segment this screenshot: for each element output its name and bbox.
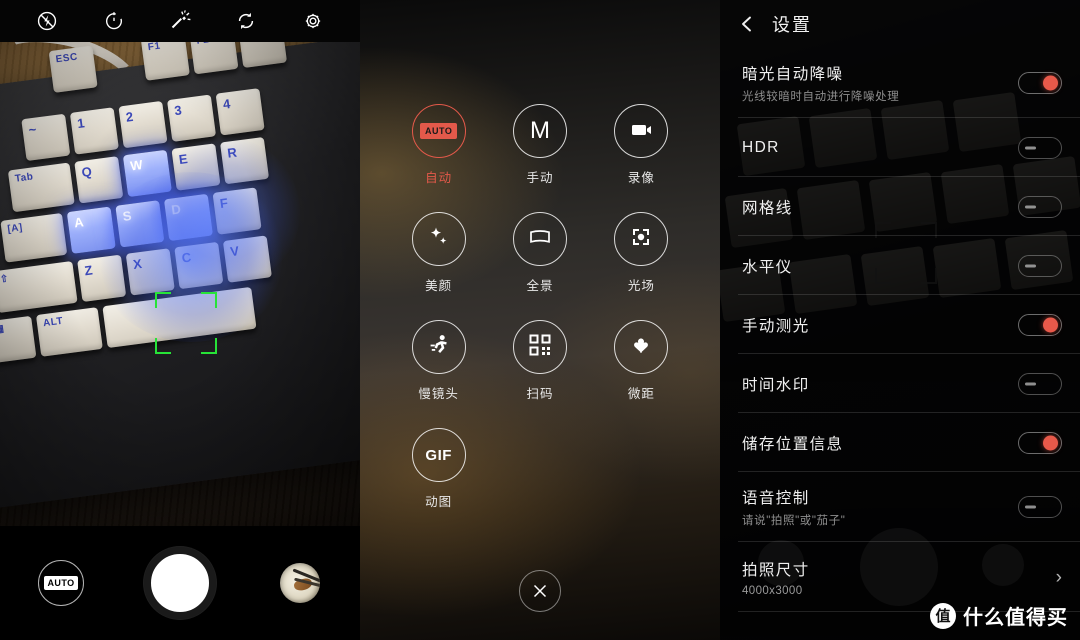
setting-row-time-watermark[interactable]: 时间水印 <box>720 354 1080 413</box>
camera-viewfinder-panel: ESC F1 F2 F3 ~ 1 2 3 4 Tab Q W E R <box>0 0 360 640</box>
setting-toggle[interactable] <box>1018 496 1062 518</box>
mode-item-beauty[interactable]: 美颜 <box>388 212 489 294</box>
manual-m-icon: M <box>529 117 550 144</box>
mode-label-video: 录像 <box>627 171 655 185</box>
flower-macro-icon <box>627 331 655 364</box>
magic-wand-icon[interactable] <box>165 6 195 36</box>
mode-label-panorama: 全景 <box>526 279 554 293</box>
switch-camera-icon[interactable] <box>231 6 261 36</box>
setting-title: 语音控制 <box>742 490 810 507</box>
mode-label-manual: 手动 <box>526 171 554 185</box>
mode-item-macro[interactable]: 微距 <box>591 320 692 402</box>
focus-bracket <box>155 292 217 354</box>
setting-toggle[interactable] <box>1018 431 1062 454</box>
setting-row-hdr[interactable]: HDR <box>720 118 1080 177</box>
mode-label-lightfield: 光场 <box>627 279 655 293</box>
setting-row-manual-metering[interactable]: 手动测光 <box>720 295 1080 354</box>
setting-value: 4000x3000 <box>742 584 803 597</box>
mode-beauty-circle <box>411 212 466 266</box>
setting-title: 网格线 <box>742 199 793 217</box>
mode-item-auto[interactable]: AUTO 自动 <box>388 104 489 186</box>
setting-title: 储存位置信息 <box>742 435 844 453</box>
setting-toggle[interactable] <box>1018 372 1062 395</box>
setting-toggle[interactable] <box>1018 136 1062 159</box>
settings-header: 设置 <box>720 0 1080 48</box>
mode-auto-badge-label: AUTO <box>43 576 79 590</box>
mode-slowmotion-circle <box>411 320 466 374</box>
mode-manual-circle: M <box>512 104 567 158</box>
mode-item-manual[interactable]: M 手动 <box>489 104 590 186</box>
video-camera-icon <box>627 115 655 148</box>
mode-label-qrscan: 扫码 <box>526 387 554 401</box>
qr-scan-icon <box>527 332 553 363</box>
mode-item-video[interactable]: 录像 <box>591 104 692 186</box>
mode-auto-button[interactable]: AUTO <box>38 560 84 606</box>
mode-item-lightfield[interactable]: 光场 <box>591 212 692 294</box>
mode-label-macro: 微距 <box>627 387 655 401</box>
mode-item-panorama[interactable]: 全景 <box>489 212 590 294</box>
vignette-overlay <box>0 42 360 526</box>
close-icon <box>533 584 547 598</box>
mode-item-gif[interactable]: GIF 动图 <box>388 428 489 510</box>
setting-title: 手动测光 <box>742 317 810 335</box>
mode-macro-circle <box>614 320 669 374</box>
setting-row-grid-lines[interactable]: 网格线 <box>720 177 1080 236</box>
auto-chip-icon: AUTO <box>419 123 458 139</box>
sparkle-beauty-icon <box>425 223 453 256</box>
mode-auto-circle: AUTO <box>411 104 466 158</box>
close-modes-button[interactable] <box>519 570 561 612</box>
camera-top-toolbar <box>0 0 360 42</box>
watermark-badge: 值 <box>930 602 956 629</box>
mode-panorama-circle <box>512 212 567 266</box>
mode-lightfield-circle <box>614 212 669 266</box>
mode-selector-panel: AUTO 自动 M 手动 录像 美颜 全景 光场 慢镜头 扫码 微距 GIF 动… <box>360 0 720 640</box>
setting-row-voice-control[interactable]: 语音控制 请说"拍照"或"茄子" <box>720 472 1080 542</box>
setting-toggle[interactable] <box>1018 313 1062 336</box>
settings-title: 设置 <box>772 15 812 35</box>
timer-icon[interactable] <box>99 6 129 36</box>
mode-item-qrscan[interactable]: 扫码 <box>489 320 590 402</box>
panorama-icon <box>525 222 555 257</box>
camera-bottom-bar: AUTO <box>0 526 360 640</box>
settings-gear-icon[interactable] <box>298 6 328 36</box>
settings-list: 暗光自动降噪 光线较暗时自动进行降噪处理 HDR 网格线 水平仪 手动测光 时间… <box>720 48 1080 612</box>
gallery-thumbnail[interactable] <box>280 563 320 603</box>
mode-gif-circle: GIF <box>411 428 466 482</box>
setting-title: 时间水印 <box>742 376 810 394</box>
setting-subtitle: 光线较暗时自动进行降噪处理 <box>742 91 900 103</box>
mode-item-slowmotion[interactable]: 慢镜头 <box>388 320 489 402</box>
mode-label-auto: 自动 <box>425 171 453 185</box>
setting-title: 水平仪 <box>742 258 793 276</box>
light-field-focus-icon <box>627 223 655 256</box>
setting-title: HDR <box>742 138 780 156</box>
gif-text-icon: GIF <box>425 446 452 464</box>
setting-row-level-gauge[interactable]: 水平仪 <box>720 236 1080 295</box>
watermark: 值 什么值得买 <box>930 601 1068 630</box>
mode-grid: AUTO 自动 M 手动 录像 美颜 全景 光场 慢镜头 扫码 微距 GIF 动… <box>360 104 720 510</box>
watermark-text: 什么值得买 <box>963 607 1068 629</box>
back-chevron-icon[interactable] <box>736 13 758 35</box>
mode-label-beauty: 美颜 <box>425 279 453 293</box>
running-person-icon <box>425 331 453 364</box>
setting-toggle[interactable] <box>1018 195 1062 218</box>
setting-subtitle: 请说"拍照"或"茄子" <box>742 515 846 527</box>
setting-title: 拍照尺寸 <box>742 561 810 579</box>
setting-toggle[interactable] <box>1018 254 1062 277</box>
shutter-button[interactable] <box>144 547 216 619</box>
setting-row-low-light-noise-reduction[interactable]: 暗光自动降噪 光线较暗时自动进行降噪处理 <box>720 48 1080 118</box>
screen-root: ESC F1 F2 F3 ~ 1 2 3 4 Tab Q W E R <box>0 0 1080 640</box>
mode-video-circle <box>614 104 669 158</box>
setting-row-save-location[interactable]: 储存位置信息 <box>720 413 1080 472</box>
mode-label-slowmotion: 慢镜头 <box>418 387 459 401</box>
settings-panel: 设置 暗光自动降噪 光线较暗时自动进行降噪处理 HDR 网格线 水平仪 手动测光… <box>720 0 1080 640</box>
camera-preview[interactable]: ESC F1 F2 F3 ~ 1 2 3 4 Tab Q W E R <box>0 42 360 526</box>
setting-title: 暗光自动降噪 <box>742 66 844 83</box>
setting-toggle[interactable] <box>1018 72 1062 94</box>
mode-label-gif: 动图 <box>425 495 453 509</box>
mode-qrscan-circle <box>512 320 567 374</box>
flash-off-icon[interactable] <box>32 6 62 36</box>
chevron-right-icon[interactable]: › <box>1056 568 1062 587</box>
